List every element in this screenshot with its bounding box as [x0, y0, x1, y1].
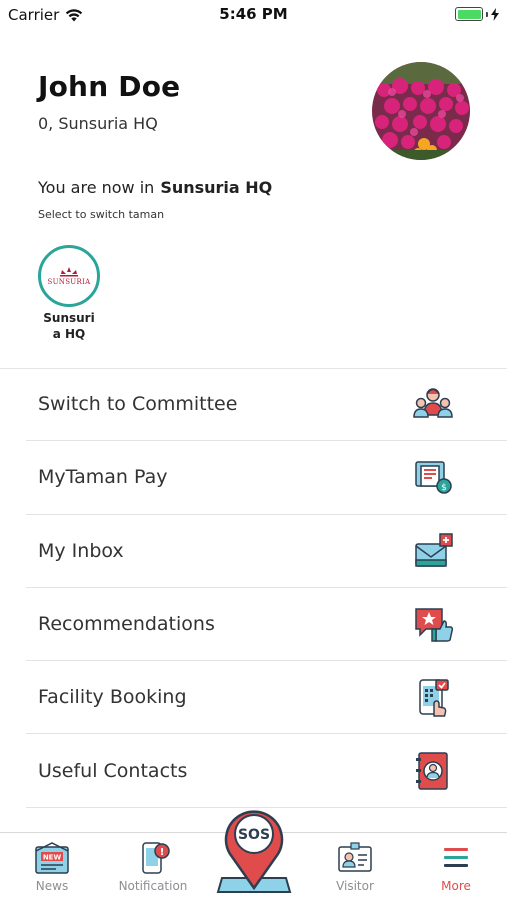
tab-label: More	[441, 879, 471, 893]
tab-label: News	[35, 879, 69, 893]
news-icon: NEW	[35, 842, 69, 874]
location-prefix: You are now in	[38, 178, 155, 197]
tab-more[interactable]: More	[411, 841, 501, 893]
menu-item-label: My Inbox	[38, 539, 124, 562]
taman-logo-text: SUNSURIA	[47, 278, 91, 286]
battery-fill	[457, 9, 481, 19]
current-location: You are now in Sunsuria HQ	[38, 178, 272, 197]
recommendation-icon	[415, 608, 454, 642]
sunsuria-logo-icon	[60, 267, 78, 277]
charging-icon	[491, 7, 499, 21]
tab-visitor[interactable]: Visitor	[310, 841, 400, 893]
menu-item-switch-committee[interactable]: Switch to Committee	[26, 368, 507, 442]
tab-news[interactable]: NEW News	[7, 841, 97, 893]
taman-logo-sunsuria[interactable]: SUNSURIA	[38, 245, 100, 307]
notification-icon: !	[142, 842, 170, 874]
profile-address: 0, Sunsuria HQ	[38, 114, 158, 133]
tab-label: Visitor	[336, 879, 374, 893]
switch-taman-hint: Select to switch taman	[38, 208, 165, 221]
svg-text:NEW: NEW	[43, 854, 62, 862]
menu-item-mytaman-pay[interactable]: MyTaman Pay $	[26, 441, 507, 515]
more-menu: Switch to Committee MyTaman Pay $ My Inb…	[26, 368, 507, 808]
tab-label: Notification	[118, 879, 188, 893]
menu-item-label: Useful Contacts	[38, 759, 188, 782]
menu-item-label: Facility Booking	[38, 686, 187, 709]
tab-notification[interactable]: ! Notification	[108, 841, 198, 893]
menu-item-label: Switch to Committee	[38, 393, 238, 416]
menu-item-label: MyTaman Pay	[38, 466, 168, 489]
pay-icon: $	[415, 461, 452, 495]
flower-garden-photo	[372, 62, 470, 160]
status-time: 5:46 PM	[219, 5, 288, 23]
visitor-icon	[338, 842, 372, 872]
menu-item-facility-booking[interactable]: Facility Booking	[26, 661, 507, 735]
menu-icon	[444, 848, 468, 867]
menu-item-recommendations[interactable]: Recommendations	[26, 588, 507, 662]
battery-icon	[455, 7, 499, 21]
sos-label: SOS	[238, 827, 270, 843]
sos-button[interactable]: SOS	[216, 800, 292, 896]
inbox-icon	[415, 532, 453, 567]
committee-icon	[413, 388, 453, 418]
menu-item-label: Recommendations	[38, 613, 215, 636]
taman-label[interactable]: Sunsuria HQ	[40, 310, 98, 342]
menu-item-my-inbox[interactable]: My Inbox	[26, 515, 507, 588]
svg-text:$: $	[441, 483, 447, 493]
profile-name: John Doe	[38, 70, 181, 103]
location-current: Sunsuria HQ	[160, 178, 273, 197]
status-bar: Carrier 5:46 PM	[0, 0, 507, 28]
avatar[interactable]	[372, 62, 470, 160]
booking-icon	[419, 679, 449, 718]
contacts-icon	[416, 751, 448, 790]
svg-text:!: !	[160, 847, 165, 858]
menu-item-useful-contacts[interactable]: Useful Contacts	[26, 734, 507, 808]
